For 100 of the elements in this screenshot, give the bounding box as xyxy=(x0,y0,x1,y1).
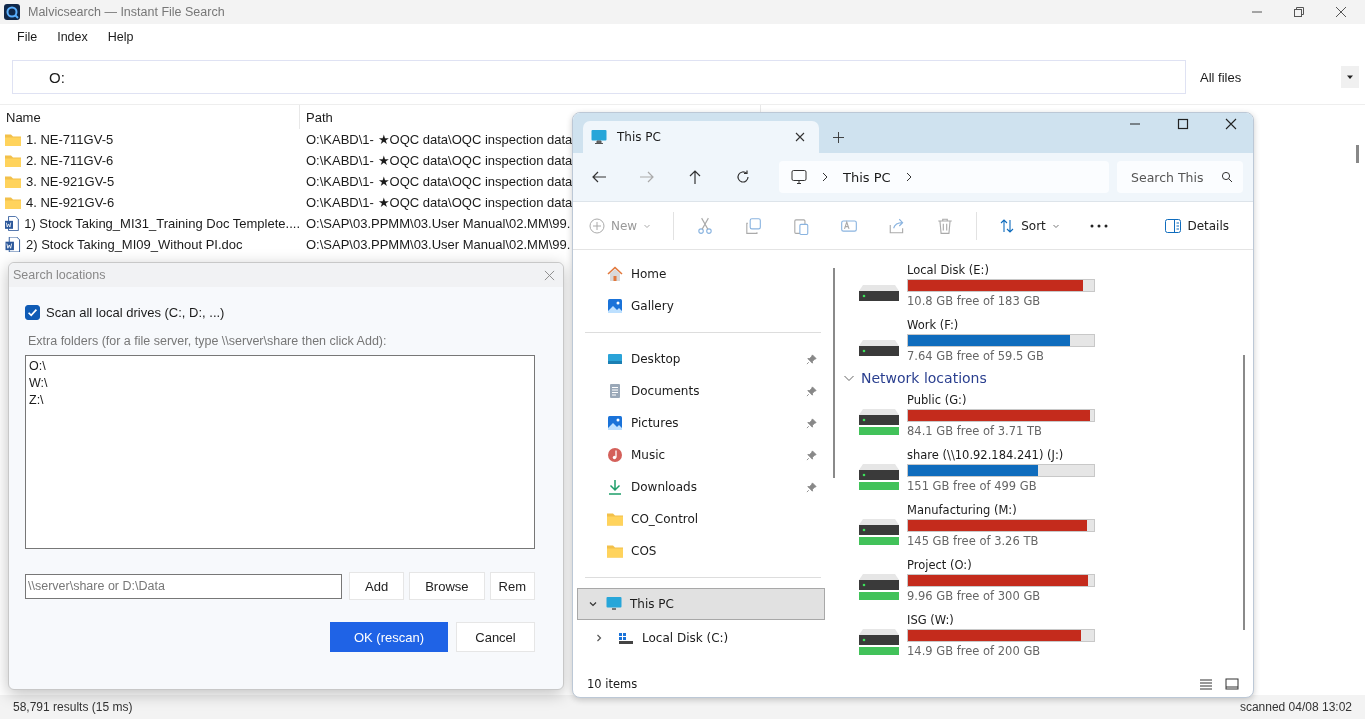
pin-icon[interactable] xyxy=(806,353,817,365)
tab[interactable]: This PC xyxy=(583,121,819,153)
file-path: O:\SAP\03.PPMM\03.User Manual\02.MM\99. xyxy=(306,237,571,252)
results-count: 58,791 results (15 ms) xyxy=(13,700,133,714)
checkbox[interactable] xyxy=(25,305,40,320)
search-field[interactable]: O: xyxy=(12,60,1186,94)
pin-icon[interactable] xyxy=(806,449,817,461)
file-name[interactable]: 1. NE-711GV-5 xyxy=(26,132,114,147)
dialog-title: Search locations xyxy=(13,268,106,282)
free-space: 9.96 GB free of 300 GB xyxy=(907,589,1042,603)
sidebar-item[interactable]: Home xyxy=(577,258,825,290)
list-view-icon[interactable] xyxy=(1199,678,1213,690)
scissors-icon[interactable] xyxy=(696,216,715,235)
file-path: O:\KABD\1- ★OQC data\OQC inspection data xyxy=(306,174,573,189)
forward-arrow-icon[interactable] xyxy=(639,169,655,185)
section-header[interactable]: Network locations xyxy=(843,368,1253,388)
restore-icon[interactable] xyxy=(1293,6,1305,18)
pin-icon[interactable] xyxy=(806,385,817,397)
dialog-button[interactable]: Rem xyxy=(489,572,535,600)
sidebar-item[interactable]: COS xyxy=(577,535,825,567)
folder-list-item[interactable]: Z:\ xyxy=(29,392,531,409)
search-icon xyxy=(1221,171,1233,183)
drive-name[interactable]: Project (O:) xyxy=(907,558,1095,572)
plus-circle-icon xyxy=(589,217,605,234)
file-path: O:\KABD\1- ★OQC data\OQC inspection data xyxy=(306,153,573,168)
sidebar-item[interactable]: Gallery xyxy=(577,290,825,322)
drive-name[interactable]: ISG (W:) xyxy=(907,613,1095,627)
pin-icon[interactable] xyxy=(806,481,817,493)
sidebar-item[interactable]: CO_Control xyxy=(577,503,825,535)
cancel-button[interactable]: Cancel xyxy=(456,622,535,652)
path-input-field[interactable]: \\server\share or D:\Data xyxy=(25,573,343,599)
details-button[interactable]: Details xyxy=(1165,217,1229,234)
maximize-icon[interactable] xyxy=(1177,118,1189,130)
image-icon xyxy=(607,298,623,314)
index-status: scanned 04/08 13:02 xyxy=(1239,700,1352,714)
sidebar-item[interactable]: Downloads xyxy=(577,471,825,503)
drive-name[interactable]: Manufacturing (M:) xyxy=(907,503,1095,517)
scrollbar-thumb[interactable] xyxy=(1243,355,1245,630)
folder-list[interactable]: O:\ W:\ Z:\ xyxy=(25,355,535,549)
refresh-icon[interactable] xyxy=(735,169,751,185)
drive-name[interactable]: Local Disk (E:) xyxy=(907,263,1095,277)
folder-list-item[interactable]: W:\ xyxy=(29,375,531,392)
close-icon[interactable] xyxy=(1335,6,1347,18)
monitor-outline-icon xyxy=(791,169,807,185)
tree-item[interactable]: Local Disk (C:) xyxy=(577,622,825,654)
sidebar-item[interactable]: Documents xyxy=(577,375,825,407)
checkbox-label[interactable]: Scan all local drives (C:, D:, ...) xyxy=(46,305,225,320)
copy-icon[interactable] xyxy=(744,216,763,235)
tile-view-icon[interactable] xyxy=(1225,678,1239,690)
file-path: O:\KABD\1- ★OQC data\OQC inspection data xyxy=(306,195,573,210)
folder-list-item[interactable]: O:\ xyxy=(29,358,531,375)
sort-button[interactable]: Sort xyxy=(999,217,1060,234)
file-name[interactable]: 2) Stock Taking_MI09_Without PI.doc xyxy=(26,237,243,252)
more-icon[interactable] xyxy=(1089,223,1108,228)
pin-icon[interactable] xyxy=(806,417,817,429)
dialog-button[interactable]: Browse xyxy=(409,572,485,600)
scrollbar-thumb[interactable] xyxy=(833,268,835,478)
folder-icon xyxy=(5,153,21,168)
file-name[interactable]: 1) Stock Taking_MI31_Training Doc Templete.... xyxy=(24,216,300,231)
trash-icon[interactable] xyxy=(936,216,955,235)
drive-name[interactable]: Work (F:) xyxy=(907,318,1095,332)
sort-arrows-icon xyxy=(999,217,1016,234)
free-space: 145 GB free of 3.26 TB xyxy=(907,534,1040,548)
file-path: O:\SAP\03.PPMM\03.User Manual\02.MM\99. xyxy=(306,216,571,231)
document-icon xyxy=(607,383,623,399)
chevron-icon[interactable] xyxy=(594,633,604,643)
filter-dropdown[interactable]: All files xyxy=(1186,66,1365,88)
menu-item[interactable]: Index xyxy=(57,30,88,44)
chevron-icon[interactable] xyxy=(588,599,598,609)
ok-button[interactable]: OK (rescan) xyxy=(330,622,448,652)
column-header[interactable]: Path xyxy=(306,109,333,125)
file-name[interactable]: 4. NE-921GV-6 xyxy=(26,195,115,210)
drive-name[interactable]: Public (G:) xyxy=(907,393,1095,407)
address-bar[interactable]: This PC xyxy=(779,161,1109,193)
window-title: Malvicsearch — Instant File Search xyxy=(28,5,225,19)
drive-icon xyxy=(618,630,634,646)
new-tab-icon[interactable] xyxy=(833,132,844,143)
paste-icon[interactable] xyxy=(792,216,811,235)
sidebar-item[interactable]: Pictures xyxy=(577,407,825,439)
free-space: 7.64 GB free of 59.5 GB xyxy=(907,349,1045,363)
close-icon[interactable] xyxy=(1225,118,1237,130)
drive-name[interactable]: share (\\10.92.184.241) (J:) xyxy=(907,448,1095,462)
tree-item[interactable]: This PC xyxy=(577,588,825,620)
column-header[interactable]: Name xyxy=(0,105,300,129)
search-field[interactable]: Search This xyxy=(1117,161,1243,193)
download-arrow-icon xyxy=(607,479,623,495)
file-name[interactable]: 3. NE-921GV-5 xyxy=(26,174,115,189)
desktop-icon xyxy=(607,351,623,367)
up-arrow-icon[interactable] xyxy=(687,169,703,185)
file-name[interactable]: 2. NE-711GV-6 xyxy=(26,153,114,168)
breadcrumb[interactable]: This PC xyxy=(843,169,891,185)
menu-item[interactable]: Help xyxy=(107,30,134,44)
back-arrow-icon[interactable] xyxy=(591,169,607,185)
word-document-icon xyxy=(5,216,20,231)
close-icon[interactable] xyxy=(795,132,805,142)
scrollbar-thumb[interactable] xyxy=(1356,145,1359,163)
dialog-button[interactable]: Add xyxy=(349,572,405,600)
sidebar-item[interactable]: Desktop xyxy=(577,343,825,375)
sidebar-item[interactable]: Music xyxy=(577,439,825,471)
menu-item[interactable]: File xyxy=(17,30,38,44)
